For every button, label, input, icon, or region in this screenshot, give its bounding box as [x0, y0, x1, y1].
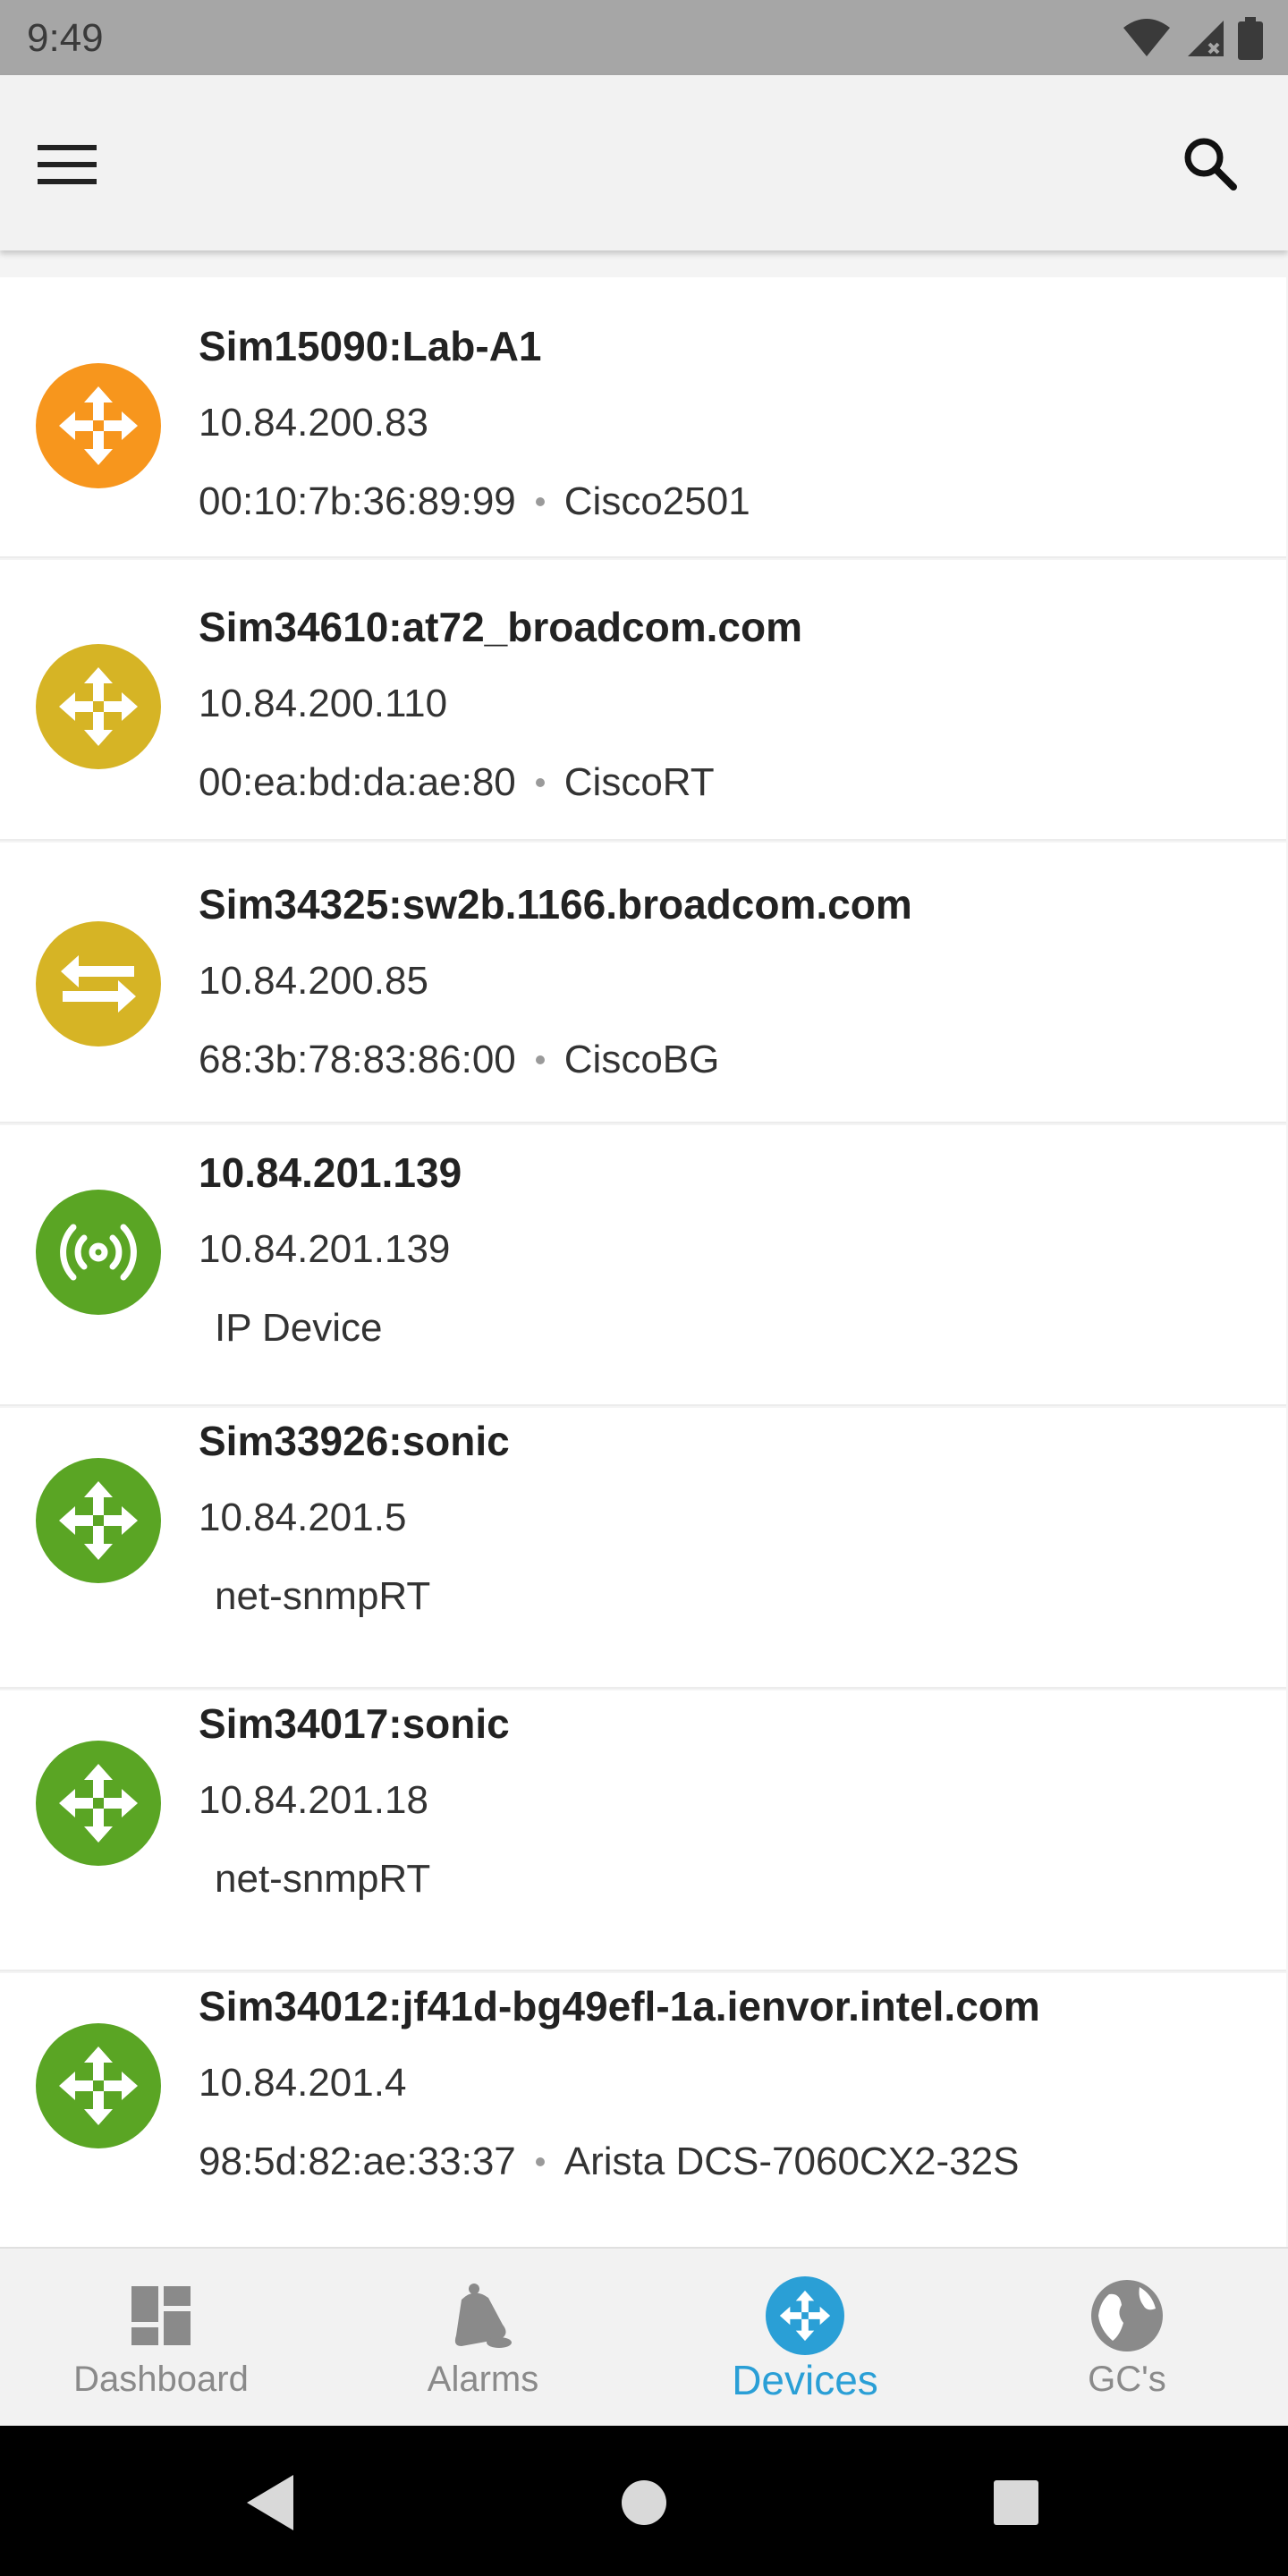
device-ip: 10.84.200.85	[199, 959, 428, 1003]
nav-label: Alarms	[427, 2360, 539, 2399]
router-icon	[59, 386, 138, 465]
device-meta: 00:ea:bd:da:ae:80 CiscoRT	[199, 760, 715, 805]
device-ip: 10.84.201.5	[199, 1496, 407, 1539]
wireless-icon	[60, 1224, 137, 1281]
search-icon	[1184, 138, 1237, 191]
device-mac: 00:ea:bd:da:ae:80	[199, 760, 516, 804]
device-text: Sim34325:sw2b.1166.broadcom.com 10.84.20…	[199, 880, 1268, 1095]
cell-signal-icon	[1188, 21, 1224, 56]
device-name: Sim34012:jf41d-bg49efl-1a.ienvor.intel.c…	[199, 1983, 1040, 2029]
device-avatar	[36, 1458, 161, 1583]
device-ip: 10.84.200.83	[199, 401, 428, 445]
device-row[interactable]: Sim34012:jf41d-bg49efl-1a.ienvor.intel.c…	[0, 1973, 1286, 2247]
device-row[interactable]: Sim34610:at72_broadcom.com 10.84.200.110…	[0, 560, 1286, 841]
device-text: Sim33926:sonic 10.84.201.5 net-snmpRT	[199, 1417, 1268, 1631]
separator-dot	[535, 1055, 545, 1064]
device-text: Sim15090:Lab-A1 10.84.200.83 00:10:7b:36…	[199, 322, 1268, 537]
router-icon	[59, 667, 138, 746]
device-avatar	[36, 921, 161, 1046]
device-text: Sim34610:at72_broadcom.com 10.84.200.110…	[199, 603, 1268, 818]
device-avatar	[36, 1741, 161, 1866]
globe-icon	[1087, 2275, 1167, 2356]
device-avatar	[36, 2023, 161, 2148]
device-row[interactable]: Sim34017:sonic 10.84.201.18 net-snmpRT	[0, 1690, 1286, 1971]
device-text: Sim34012:jf41d-bg49efl-1a.ienvor.intel.c…	[199, 1982, 1268, 2197]
separator-dot	[535, 778, 545, 787]
device-meta: 68:3b:78:83:86:00 CiscoBG	[199, 1038, 719, 1082]
recents-icon	[994, 2480, 1038, 2525]
device-text: Sim34017:sonic 10.84.201.18 net-snmpRT	[199, 1699, 1268, 1914]
device-meta: net-snmpRT	[199, 1574, 430, 1619]
nav-alarms[interactable]: Alarms	[322, 2249, 644, 2426]
device-avatar	[36, 644, 161, 769]
nav-label: GC's	[1088, 2360, 1166, 2399]
home-icon	[622, 2480, 666, 2525]
nav-label: Dashboard	[73, 2360, 249, 2399]
nav-dashboard[interactable]: Dashboard	[0, 2249, 322, 2426]
device-row[interactable]: Sim34325:sw2b.1166.broadcom.com 10.84.20…	[0, 843, 1286, 1123]
device-mac: 00:10:7b:36:89:99	[199, 479, 516, 523]
devices-icon	[765, 2275, 845, 2356]
device-mac: 98:5d:82:ae:33:37	[199, 2140, 516, 2183]
device-list[interactable]: Sim15090:Lab-A1 10.84.200.83 00:10:7b:36…	[0, 250, 1288, 2247]
back-button[interactable]	[234, 2467, 306, 2538]
home-button[interactable]	[608, 2467, 680, 2538]
device-model: CiscoBG	[564, 1038, 720, 1081]
switch-icon	[61, 955, 136, 1013]
separator-dot	[535, 2157, 545, 2166]
device-avatar	[36, 1190, 161, 1315]
device-name: Sim34017:sonic	[199, 1700, 510, 1747]
recents-button[interactable]	[980, 2467, 1052, 2538]
device-model: net-snmpRT	[215, 1857, 431, 1901]
bottom-nav: Dashboard Alarms Devices GC's	[0, 2247, 1288, 2426]
router-icon	[59, 1764, 138, 1843]
device-avatar	[36, 363, 161, 488]
device-model: CiscoRT	[564, 760, 715, 804]
device-model: net-snmpRT	[215, 1574, 431, 1618]
device-model: Arista DCS-7060CX2-32S	[564, 2140, 1020, 2183]
status-time: 9:49	[27, 16, 104, 60]
bell-icon	[443, 2275, 523, 2356]
device-meta: 00:10:7b:36:89:99 Cisco2501	[199, 479, 750, 524]
hamburger-menu-icon	[38, 145, 97, 184]
back-icon	[247, 2475, 293, 2530]
device-name: Sim34610:at72_broadcom.com	[199, 604, 802, 650]
search-button[interactable]	[1170, 123, 1250, 204]
device-ip: 10.84.200.110	[199, 682, 448, 725]
nav-label: Devices	[732, 2357, 878, 2403]
device-mac: 68:3b:78:83:86:00	[199, 1038, 516, 1081]
status-icons	[1122, 16, 1263, 61]
battery-icon	[1238, 17, 1263, 60]
device-text: 10.84.201.139 10.84.201.139 IP Device	[199, 1148, 1268, 1363]
status-bar: 9:49	[0, 0, 1288, 75]
device-row[interactable]: Sim15090:Lab-A1 10.84.200.83 00:10:7b:36…	[0, 277, 1286, 558]
separator-dot	[535, 497, 545, 506]
nav-devices[interactable]: Devices	[644, 2249, 966, 2426]
device-ip: 10.84.201.18	[199, 1778, 428, 1822]
menu-button[interactable]	[38, 129, 136, 200]
device-name: Sim33926:sonic	[199, 1418, 510, 1464]
router-icon	[59, 2046, 138, 2125]
device-name: Sim34325:sw2b.1166.broadcom.com	[199, 881, 912, 928]
device-meta: IP Device	[199, 1306, 383, 1351]
device-name: Sim15090:Lab-A1	[199, 323, 542, 369]
device-row[interactable]: Sim33926:sonic 10.84.201.5 net-snmpRT	[0, 1408, 1286, 1689]
device-model: IP Device	[215, 1306, 383, 1350]
device-meta: net-snmpRT	[199, 1857, 430, 1902]
device-model: Cisco2501	[564, 479, 750, 523]
device-meta: 98:5d:82:ae:33:37 Arista DCS-7060CX2-32S	[199, 2140, 1019, 2184]
router-icon	[59, 1481, 138, 1560]
dashboard-icon	[121, 2275, 201, 2356]
device-ip: 10.84.201.4	[199, 2061, 407, 2105]
system-nav	[0, 2426, 1288, 2576]
app-bar	[0, 75, 1288, 250]
device-name: 10.84.201.139	[199, 1149, 462, 1196]
nav-gcs[interactable]: GC's	[966, 2249, 1288, 2426]
device-ip: 10.84.201.139	[199, 1227, 451, 1271]
device-row[interactable]: 10.84.201.139 10.84.201.139 IP Device	[0, 1125, 1286, 1406]
wifi-icon	[1123, 19, 1170, 56]
